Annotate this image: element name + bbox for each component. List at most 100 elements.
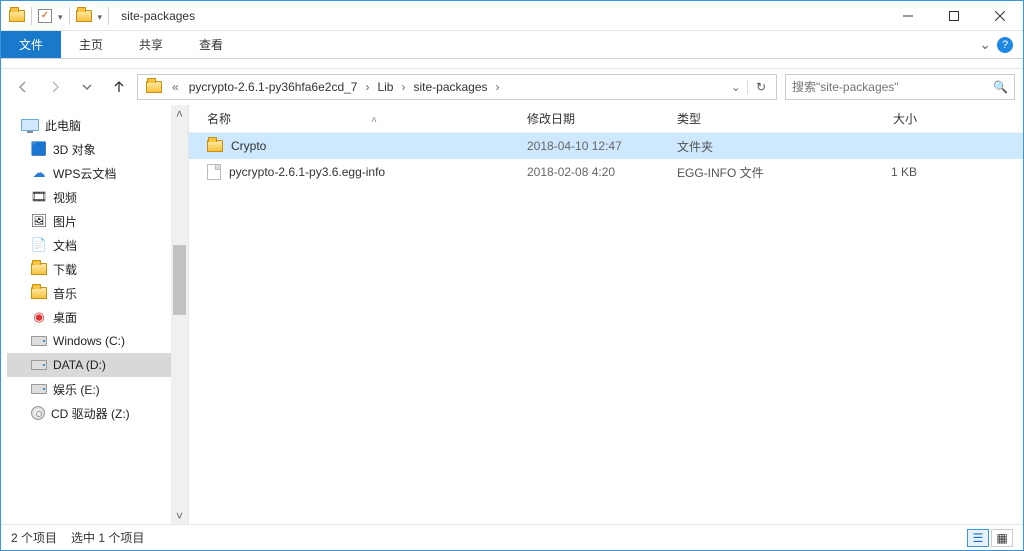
- breadcrumb-seg-1[interactable]: Lib: [371, 75, 399, 99]
- search-input[interactable]: [792, 80, 993, 94]
- file-icon: [207, 164, 221, 180]
- search-box[interactable]: 🔍: [785, 74, 1015, 100]
- nav-tree: 此电脑 🟦 3D 对象 ☁WPS云文档 🎞 视频 🖼 图片 📄文档 下载 音乐 ◉桌面…: [1, 105, 188, 433]
- view-large-icons-button[interactable]: ▦: [991, 529, 1013, 547]
- status-item-count: 2 个项目: [11, 529, 57, 546]
- film-icon: 🎞: [31, 189, 47, 205]
- column-headers: 名称 修改日期 类型 大小: [189, 105, 1023, 133]
- file-type: EGG-INFO 文件: [677, 164, 827, 181]
- tree-label: 图片: [53, 213, 77, 230]
- file-name: pycrypto-2.6.1-py3.6.egg-info: [229, 165, 385, 179]
- ribbon-collapse-icon[interactable]: [979, 36, 991, 53]
- address-bar[interactable]: pycrypto-2.6.1-py36hfa6e2cd_7 Lib site-p…: [137, 74, 777, 100]
- cd-icon: [31, 406, 45, 420]
- file-date: 2018-04-10 12:47: [527, 139, 677, 153]
- tree-label: 此电脑: [45, 117, 81, 134]
- close-button[interactable]: [977, 1, 1023, 30]
- breadcrumb-overflow-icon[interactable]: [166, 80, 183, 94]
- tree-drive-d[interactable]: DATA (D:): [7, 353, 188, 377]
- app-folder-icon: [9, 10, 25, 22]
- tree-this-pc[interactable]: 此电脑: [7, 113, 188, 137]
- breadcrumb-seg-2[interactable]: site-packages: [407, 75, 493, 99]
- tree-label: 3D 对象: [53, 141, 96, 158]
- sidebar-scrollbar[interactable]: ˄ ˅: [171, 105, 188, 524]
- maximize-button[interactable]: [931, 1, 977, 30]
- cube-icon: 🟦: [31, 141, 47, 157]
- tree-label: 文档: [53, 237, 77, 254]
- title-dropdown-icon[interactable]: [98, 9, 103, 23]
- tree-label: 下载: [53, 261, 77, 278]
- cloud-icon: ☁: [31, 165, 47, 181]
- tree-downloads[interactable]: 下载: [7, 257, 188, 281]
- tree-3d-objects[interactable]: 🟦 3D 对象: [7, 137, 188, 161]
- file-row[interactable]: pycrypto-2.6.1-py3.6.egg-info 2018-02-08…: [189, 159, 1023, 185]
- tree-label: Windows (C:): [53, 334, 125, 348]
- ribbon-strip: [1, 59, 1023, 69]
- search-icon[interactable]: 🔍: [993, 80, 1008, 94]
- monitor-icon: [21, 119, 39, 131]
- tree-videos[interactable]: 🎞 视频: [7, 185, 188, 209]
- tab-view[interactable]: 查看: [181, 31, 241, 58]
- content-area: 此电脑 🟦 3D 对象 ☁WPS云文档 🎞 视频 🖼 图片 📄文档 下载 音乐 ◉桌面…: [1, 105, 1023, 524]
- file-type: 文件夹: [677, 138, 827, 155]
- nav-up-button[interactable]: [105, 73, 133, 101]
- tree-wps-cloud[interactable]: ☁WPS云文档: [7, 161, 188, 185]
- qat-dropdown-icon[interactable]: [58, 9, 63, 23]
- tree-documents[interactable]: 📄文档: [7, 233, 188, 257]
- scroll-up-button[interactable]: ˄: [171, 105, 188, 122]
- chevron-right-icon[interactable]: [494, 80, 502, 94]
- address-history-dropdown[interactable]: ⌄: [725, 80, 747, 94]
- folder-icon: [207, 140, 223, 152]
- file-name: Crypto: [231, 139, 266, 153]
- file-row[interactable]: Crypto 2018-04-10 12:47 文件夹: [189, 133, 1023, 159]
- tab-share[interactable]: 共享: [121, 31, 181, 58]
- file-rows: Crypto 2018-04-10 12:47 文件夹 pycrypto-2.6…: [189, 133, 1023, 524]
- column-header-size[interactable]: 大小: [827, 110, 917, 127]
- qat-sep: [108, 7, 109, 25]
- qat-checkbox-icon[interactable]: ✓: [38, 9, 52, 23]
- nav-forward-button[interactable]: [41, 73, 69, 101]
- explorer-window: ✓ site-packages 文件 主页 共享 查看 ?: [0, 0, 1024, 551]
- tree-label: 视频: [53, 189, 77, 206]
- status-bar: 2 个项目 选中 1 个项目 ☰ ▦: [1, 524, 1023, 550]
- file-date: 2018-02-08 4:20: [527, 165, 677, 179]
- tree-cd-drive-z[interactable]: CD 驱动器 (Z:): [7, 401, 188, 425]
- tree-music[interactable]: 音乐: [7, 281, 188, 305]
- nav-recent-dropdown[interactable]: [73, 73, 101, 101]
- qat-sep: [31, 7, 32, 25]
- tree-desktop[interactable]: ◉桌面: [7, 305, 188, 329]
- minimize-button[interactable]: [885, 1, 931, 30]
- scroll-thumb[interactable]: [173, 245, 186, 315]
- column-header-type[interactable]: 类型: [677, 110, 827, 127]
- file-pane: 名称 修改日期 类型 大小 Crypto 2018-04-10 12:47 文件…: [189, 105, 1023, 524]
- music-folder-icon: [31, 287, 47, 299]
- help-icon[interactable]: ?: [997, 37, 1013, 53]
- chevron-right-icon[interactable]: [399, 80, 407, 94]
- tree-drive-e[interactable]: 娱乐 (E:): [7, 377, 188, 401]
- file-size: 1 KB: [827, 165, 917, 179]
- ribbon-tabs: 文件 主页 共享 查看 ?: [1, 31, 1023, 59]
- quick-access-toolbar: ✓ site-packages: [1, 7, 203, 25]
- sort-asc-icon: [291, 112, 377, 126]
- tab-file[interactable]: 文件: [1, 31, 61, 58]
- tree-label: 娱乐 (E:): [53, 381, 100, 398]
- tab-home[interactable]: 主页: [61, 31, 121, 58]
- chevron-right-icon[interactable]: [363, 80, 371, 94]
- titlebar: ✓ site-packages: [1, 1, 1023, 31]
- nav-back-button[interactable]: [9, 73, 37, 101]
- scroll-down-button[interactable]: ˅: [171, 507, 188, 524]
- picture-icon: 🖼: [31, 213, 47, 229]
- column-header-date[interactable]: 修改日期: [527, 110, 677, 127]
- tree-drive-c[interactable]: Windows (C:): [7, 329, 188, 353]
- tree-label: DATA (D:): [53, 358, 106, 372]
- hdd-icon: [31, 336, 47, 346]
- qat-sep: [69, 7, 70, 25]
- tree-pictures[interactable]: 🖼 图片: [7, 209, 188, 233]
- address-folder-icon: [146, 81, 162, 93]
- column-header-name[interactable]: 名称: [207, 110, 527, 127]
- view-details-button[interactable]: ☰: [967, 529, 989, 547]
- navigation-bar: pycrypto-2.6.1-py36hfa6e2cd_7 Lib site-p…: [1, 69, 1023, 105]
- window-controls: [885, 1, 1023, 30]
- breadcrumb-seg-0[interactable]: pycrypto-2.6.1-py36hfa6e2cd_7: [183, 75, 364, 99]
- refresh-button[interactable]: ↻: [747, 80, 774, 94]
